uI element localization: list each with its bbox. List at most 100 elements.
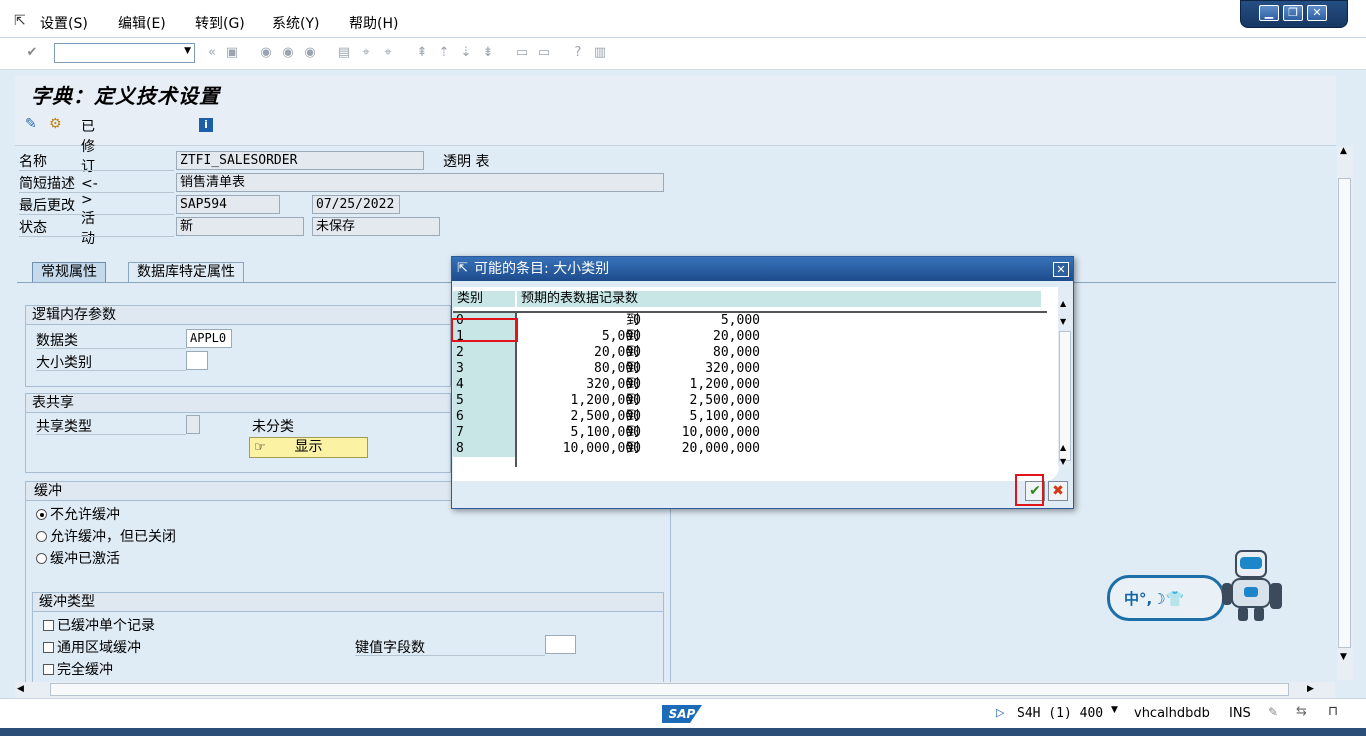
last-page-icon[interactable]: ⇟: [480, 45, 496, 61]
print-icon[interactable]: ▤: [336, 45, 352, 61]
table-row[interactable]: 8 10,000,000 到 20,000,000: [453, 441, 1043, 457]
scroll-right-icon[interactable]: ▶: [1307, 684, 1314, 694]
key-fields-field[interactable]: [545, 635, 576, 654]
help-icon[interactable]: ?: [570, 45, 586, 61]
chevron-down-icon[interactable]: ▼: [1111, 705, 1118, 715]
enter-icon[interactable]: ✔: [24, 45, 40, 61]
table-row[interactable]: 5 1,200,000 到 2,500,000: [453, 393, 1043, 409]
sap-logo: SAP: [662, 705, 702, 723]
activate-icon[interactable]: ⚙: [49, 116, 62, 132]
buffering-not-allowed-radio[interactable]: 不允许缓冲: [36, 504, 120, 524]
horizontal-scrollbar[interactable]: ◀ ▶: [15, 682, 1335, 698]
buffering-allowed-off-radio[interactable]: 允许缓冲，但已关闭: [36, 526, 176, 546]
menu-settings[interactable]: 设置(S): [40, 13, 88, 33]
scroll-up-icon[interactable]: ▲: [1060, 299, 1066, 308]
save-icon[interactable]: ▣: [224, 45, 240, 61]
to-cell: 到: [626, 313, 640, 328]
to-cell: 到: [626, 409, 640, 424]
dialog-vertical-scrollbar[interactable]: ▲ ▼ ▲ ▼: [1058, 287, 1072, 467]
description-label: 简短描述: [19, 176, 75, 192]
info-icon[interactable]: i: [199, 118, 213, 132]
vertical-scrollbar[interactable]: ▲ ▼: [1337, 146, 1353, 680]
os-taskbar: [0, 728, 1366, 736]
single-record-checkbox[interactable]: 已缓冲单个记录: [43, 615, 155, 635]
minimize-icon[interactable]: ▁: [1259, 5, 1279, 21]
upto-cell: 5,000: [720, 313, 760, 328]
name-field: ZTFI_SALESORDER: [176, 151, 424, 170]
chevron-down-icon[interactable]: ▼: [184, 46, 191, 56]
scroll-up-icon[interactable]: ▲: [1060, 443, 1066, 452]
input-method-widget[interactable]: 中°,☽👕: [1107, 575, 1225, 621]
find-next-icon[interactable]: ⌖: [380, 45, 396, 61]
table-row[interactable]: 7 5,100,000 到 10,000,000: [453, 425, 1043, 441]
revised-active-button[interactable]: 已修订<->活动: [81, 116, 98, 248]
buffering-active-radio[interactable]: 缓冲已激活: [36, 548, 120, 568]
close-window-icon[interactable]: ✕: [1307, 5, 1327, 21]
restore-icon[interactable]: ❐: [1283, 5, 1303, 21]
back-icon[interactable]: ◉: [258, 45, 274, 61]
menu-help[interactable]: 帮助(H): [349, 13, 398, 33]
last-change-label: 最后更改: [19, 198, 75, 214]
table-row[interactable]: 3 80,000 到 320,000: [453, 361, 1043, 377]
from-cell: 1,200,000: [570, 393, 641, 408]
full-buffering-checkbox[interactable]: 完全缓冲: [43, 659, 113, 679]
buffer-type-group: 缓冲类型 已缓冲单个记录 通用区域缓冲 完全缓冲 键值字段数: [32, 592, 664, 684]
scroll-down-icon[interactable]: ▼: [1060, 457, 1066, 466]
title-area: 字典：定义技术设置 ✎ ⚙ 已修订<->活动 i: [15, 76, 1336, 247]
input-mode: INS: [1229, 706, 1251, 721]
dialog-close-icon[interactable]: ✕: [1053, 262, 1069, 277]
layout-icon[interactable]: ▥: [592, 45, 608, 61]
buffering-group: 缓冲 不允许缓冲 允许缓冲，但已关闭 缓冲已激活 缓冲类型 已缓冲单个记录 通用…: [25, 481, 671, 685]
system-info[interactable]: S4H (1) 400: [1017, 706, 1103, 721]
table-row[interactable]: 4 320,000 到 1,200,000: [453, 377, 1043, 393]
size-category-field[interactable]: [186, 351, 208, 370]
table-row[interactable]: 6 2,500,000 到 5,100,000: [453, 409, 1043, 425]
first-page-icon[interactable]: ⇞: [414, 45, 430, 61]
menu-goto[interactable]: 转到(G): [195, 13, 245, 33]
page-title: 字典：定义技术设置: [31, 84, 220, 108]
save-status-field: 未保存: [312, 217, 440, 236]
new-session-icon[interactable]: ▭: [514, 45, 530, 61]
radio-selected-icon: [36, 509, 47, 520]
table-row[interactable]: 0 0 到 5,000: [453, 313, 1043, 329]
generic-area-checkbox[interactable]: 通用区域缓冲: [43, 637, 141, 657]
scroll-down-icon[interactable]: ▼: [1060, 317, 1066, 326]
next-page-icon[interactable]: ⇣: [458, 45, 474, 61]
layout-icon[interactable]: ⇆: [1296, 704, 1307, 719]
host-info: vhcalhdbdb: [1134, 706, 1210, 721]
menu-exit-icon[interactable]: ⇱: [14, 13, 26, 29]
table-row[interactable]: 2 20,000 到 80,000: [453, 345, 1043, 361]
sharing-type-field[interactable]: [186, 415, 200, 434]
expand-status-icon[interactable]: ▷: [996, 706, 1004, 719]
data-class-label: 数据类: [36, 333, 78, 349]
scroll-thumb[interactable]: [1338, 178, 1351, 648]
tab-general-attributes[interactable]: 常规属性: [32, 262, 106, 282]
back-arrows-icon[interactable]: «: [204, 45, 220, 61]
hscroll-thumb[interactable]: [50, 683, 1289, 696]
edit-pencil-icon[interactable]: ✎: [25, 116, 37, 132]
scroll-left-icon[interactable]: ◀: [17, 684, 24, 694]
tab-db-specific-attributes[interactable]: 数据库特定属性: [128, 262, 244, 282]
scroll-down-icon[interactable]: ▼: [1340, 652, 1347, 662]
table-row[interactable]: 1 5,000 到 20,000: [453, 329, 1043, 345]
exit-icon[interactable]: ◉: [280, 45, 296, 61]
display-button[interactable]: ☞ 显示: [249, 437, 368, 458]
logical-storage-group: 逻辑内存参数 数据类 APPL0 大小类别: [25, 305, 451, 387]
col-expected-header[interactable]: 预期的表数据记录数: [517, 291, 1041, 307]
data-class-field[interactable]: APPL0: [186, 329, 232, 348]
find-icon[interactable]: ⌖: [358, 45, 374, 61]
scroll-up-icon[interactable]: ▲: [1340, 146, 1347, 156]
dialog-scroll-thumb[interactable]: [1059, 331, 1071, 461]
to-cell: 到: [626, 441, 640, 456]
col-category-header[interactable]: 类别: [453, 291, 515, 307]
table-rows: 0 0 到 5,000 1 5,000 到 20,000 2 20,000 到 80,000 3 80,0…: [453, 313, 1059, 467]
previous-page-icon[interactable]: ⇡: [436, 45, 452, 61]
lock-icon[interactable]: ⊓: [1328, 704, 1338, 719]
menu-edit[interactable]: 编辑(E): [118, 13, 166, 33]
menu-system[interactable]: 系统(Y): [272, 13, 319, 33]
cancel-button[interactable]: ✖: [1048, 481, 1068, 501]
shortcut-icon[interactable]: ▭: [536, 45, 552, 61]
command-field[interactable]: ▼: [54, 43, 195, 63]
full-buffering-label: 完全缓冲: [57, 662, 113, 678]
cancel-icon[interactable]: ◉: [302, 45, 318, 61]
